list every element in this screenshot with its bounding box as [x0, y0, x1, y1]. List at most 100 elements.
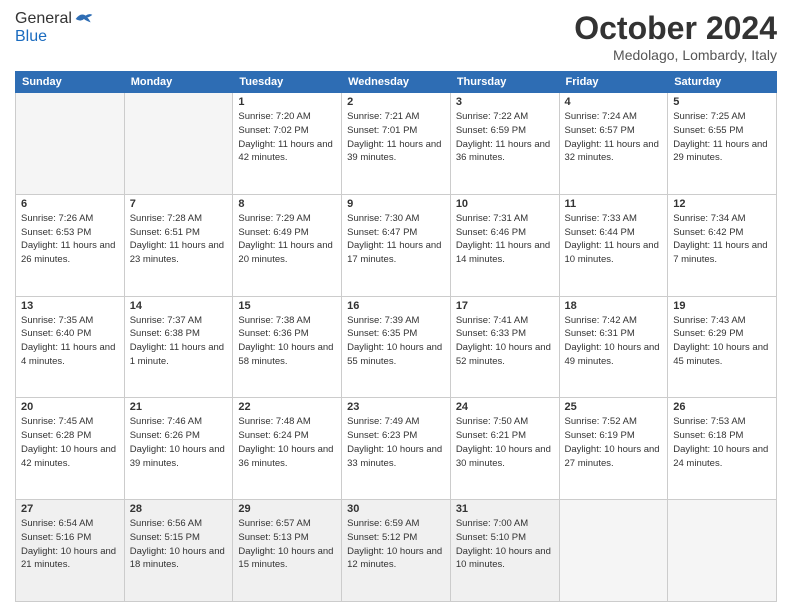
- day-info: Sunrise: 7:25 AMSunset: 6:55 PMDaylight:…: [673, 110, 771, 165]
- day-info: Sunrise: 7:26 AMSunset: 6:53 PMDaylight:…: [21, 212, 119, 267]
- calendar-cell: 2 Sunrise: 7:21 AMSunset: 7:01 PMDaylight…: [342, 93, 451, 195]
- day-info: Sunrise: 7:29 AMSunset: 6:49 PMDaylight:…: [238, 212, 336, 267]
- logo-general-text: General: [15, 10, 72, 28]
- day-headers-row: SundayMondayTuesdayWednesdayThursdayFrid…: [16, 72, 777, 93]
- day-info: Sunrise: 7:45 AMSunset: 6:28 PMDaylight:…: [21, 415, 119, 470]
- day-info: Sunrise: 6:56 AMSunset: 5:15 PMDaylight:…: [130, 517, 228, 572]
- day-number: 9: [347, 198, 445, 210]
- day-info: Sunrise: 7:28 AMSunset: 6:51 PMDaylight:…: [130, 212, 228, 267]
- day-number: 17: [456, 300, 554, 312]
- day-number: 31: [456, 503, 554, 515]
- day-number: 10: [456, 198, 554, 210]
- day-info: Sunrise: 7:00 AMSunset: 5:10 PMDaylight:…: [456, 517, 554, 572]
- calendar-cell: 18 Sunrise: 7:42 AMSunset: 6:31 PMDayligh…: [559, 296, 668, 398]
- logo: General Blue: [15, 10, 94, 46]
- calendar-cell: 6 Sunrise: 7:26 AMSunset: 6:53 PMDaylight…: [16, 194, 125, 296]
- day-number: 30: [347, 503, 445, 515]
- day-number: 5: [673, 96, 771, 108]
- day-number: 11: [565, 198, 663, 210]
- day-info: Sunrise: 7:53 AMSunset: 6:18 PMDaylight:…: [673, 415, 771, 470]
- day-header-wednesday: Wednesday: [342, 72, 451, 93]
- day-number: 20: [21, 401, 119, 413]
- calendar-cell: [559, 500, 668, 602]
- day-header-sunday: Sunday: [16, 72, 125, 93]
- title-section: October 2024 Medolago, Lombardy, Italy: [574, 10, 777, 63]
- day-header-friday: Friday: [559, 72, 668, 93]
- calendar-cell: 4 Sunrise: 7:24 AMSunset: 6:57 PMDaylight…: [559, 93, 668, 195]
- calendar-cell: 21 Sunrise: 7:46 AMSunset: 6:26 PMDayligh…: [124, 398, 233, 500]
- day-header-thursday: Thursday: [450, 72, 559, 93]
- calendar-table: SundayMondayTuesdayWednesdayThursdayFrid…: [15, 71, 777, 602]
- calendar-cell: [16, 93, 125, 195]
- calendar-cell: 15 Sunrise: 7:38 AMSunset: 6:36 PMDayligh…: [233, 296, 342, 398]
- day-number: 21: [130, 401, 228, 413]
- day-number: 18: [565, 300, 663, 312]
- day-number: 29: [238, 503, 336, 515]
- day-number: 23: [347, 401, 445, 413]
- day-number: 3: [456, 96, 554, 108]
- day-number: 1: [238, 96, 336, 108]
- calendar-cell: 8Sunrise: 7:29 AMSunset: 6:49 PMDaylight…: [233, 194, 342, 296]
- calendar-cell: 14Sunrise: 7:37 AMSunset: 6:38 PMDayligh…: [124, 296, 233, 398]
- day-info: Sunrise: 7:30 AMSunset: 6:47 PMDaylight:…: [347, 212, 445, 267]
- calendar-cell: 26 Sunrise: 7:53 AMSunset: 6:18 PMDayligh…: [668, 398, 777, 500]
- day-number: 27: [21, 503, 119, 515]
- day-info: Sunrise: 7:22 AMSunset: 6:59 PMDaylight:…: [456, 110, 554, 165]
- day-info: Sunrise: 7:38 AMSunset: 6:36 PMDaylight:…: [238, 314, 336, 369]
- day-number: 25: [565, 401, 663, 413]
- location: Medolago, Lombardy, Italy: [574, 47, 777, 63]
- calendar-cell: 31 Sunrise: 7:00 AMSunset: 5:10 PMDayligh…: [450, 500, 559, 602]
- calendar-cell: 30 Sunrise: 6:59 AMSunset: 5:12 PMDayligh…: [342, 500, 451, 602]
- day-info: Sunrise: 6:54 AMSunset: 5:16 PMDaylight:…: [21, 517, 119, 572]
- day-info: Sunrise: 7:46 AMSunset: 6:26 PMDaylight:…: [130, 415, 228, 470]
- day-number: 4: [565, 96, 663, 108]
- calendar-cell: 3 Sunrise: 7:22 AMSunset: 6:59 PMDaylight…: [450, 93, 559, 195]
- calendar-cell: 22 Sunrise: 7:48 AMSunset: 6:24 PMDayligh…: [233, 398, 342, 500]
- calendar-cell: 10 Sunrise: 7:31 AMSunset: 6:46 PMDayligh…: [450, 194, 559, 296]
- day-info: Sunrise: 7:35 AMSunset: 6:40 PMDaylight:…: [21, 314, 119, 369]
- week-row-4: 20 Sunrise: 7:45 AMSunset: 6:28 PMDayligh…: [16, 398, 777, 500]
- calendar-cell: 27 Sunrise: 6:54 AMSunset: 5:16 PMDayligh…: [16, 500, 125, 602]
- day-info: Sunrise: 7:49 AMSunset: 6:23 PMDaylight:…: [347, 415, 445, 470]
- day-info: Sunrise: 7:50 AMSunset: 6:21 PMDaylight:…: [456, 415, 554, 470]
- day-info: Sunrise: 7:24 AMSunset: 6:57 PMDaylight:…: [565, 110, 663, 165]
- day-info: Sunrise: 7:21 AMSunset: 7:01 PMDaylight:…: [347, 110, 445, 165]
- week-row-2: 6 Sunrise: 7:26 AMSunset: 6:53 PMDaylight…: [16, 194, 777, 296]
- week-row-3: 13 Sunrise: 7:35 AMSunset: 6:40 PMDayligh…: [16, 296, 777, 398]
- day-info: Sunrise: 7:31 AMSunset: 6:46 PMDaylight:…: [456, 212, 554, 267]
- header: General Blue October 2024 Medolago, Lomb…: [15, 10, 777, 63]
- day-number: 19: [673, 300, 771, 312]
- logo-blue-text: Blue: [15, 28, 47, 45]
- day-info: Sunrise: 6:59 AMSunset: 5:12 PMDaylight:…: [347, 517, 445, 572]
- day-number: 26: [673, 401, 771, 413]
- day-number: 22: [238, 401, 336, 413]
- day-info: Sunrise: 7:37 AMSunset: 6:38 PMDaylight:…: [130, 314, 228, 369]
- day-number: 12: [673, 198, 771, 210]
- calendar-cell: 12 Sunrise: 7:34 AMSunset: 6:42 PMDayligh…: [668, 194, 777, 296]
- day-info: Sunrise: 7:42 AMSunset: 6:31 PMDaylight:…: [565, 314, 663, 369]
- day-info: Sunrise: 6:57 AMSunset: 5:13 PMDaylight:…: [238, 517, 336, 572]
- calendar-cell: 1 Sunrise: 7:20 AMSunset: 7:02 PMDaylight…: [233, 93, 342, 195]
- calendar-cell: 7Sunrise: 7:28 AMSunset: 6:51 PMDaylight…: [124, 194, 233, 296]
- calendar-cell: 23 Sunrise: 7:49 AMSunset: 6:23 PMDayligh…: [342, 398, 451, 500]
- day-info: Sunrise: 7:41 AMSunset: 6:33 PMDaylight:…: [456, 314, 554, 369]
- calendar-cell: 11Sunrise: 7:33 AMSunset: 6:44 PMDayligh…: [559, 194, 668, 296]
- calendar-cell: 29 Sunrise: 6:57 AMSunset: 5:13 PMDayligh…: [233, 500, 342, 602]
- day-info: Sunrise: 7:20 AMSunset: 7:02 PMDaylight:…: [238, 110, 336, 165]
- day-header-tuesday: Tuesday: [233, 72, 342, 93]
- day-number: 16: [347, 300, 445, 312]
- day-number: 6: [21, 198, 119, 210]
- day-number: 24: [456, 401, 554, 413]
- day-number: 28: [130, 503, 228, 515]
- calendar-cell: [668, 500, 777, 602]
- day-number: 15: [238, 300, 336, 312]
- calendar-cell: 19Sunrise: 7:43 AMSunset: 6:29 PMDayligh…: [668, 296, 777, 398]
- calendar-cell: 28 Sunrise: 6:56 AMSunset: 5:15 PMDayligh…: [124, 500, 233, 602]
- calendar-cell: [124, 93, 233, 195]
- day-info: Sunrise: 7:48 AMSunset: 6:24 PMDaylight:…: [238, 415, 336, 470]
- calendar-cell: 24 Sunrise: 7:50 AMSunset: 6:21 PMDayligh…: [450, 398, 559, 500]
- day-info: Sunrise: 7:34 AMSunset: 6:42 PMDaylight:…: [673, 212, 771, 267]
- day-info: Sunrise: 7:52 AMSunset: 6:19 PMDaylight:…: [565, 415, 663, 470]
- day-number: 2: [347, 96, 445, 108]
- day-number: 13: [21, 300, 119, 312]
